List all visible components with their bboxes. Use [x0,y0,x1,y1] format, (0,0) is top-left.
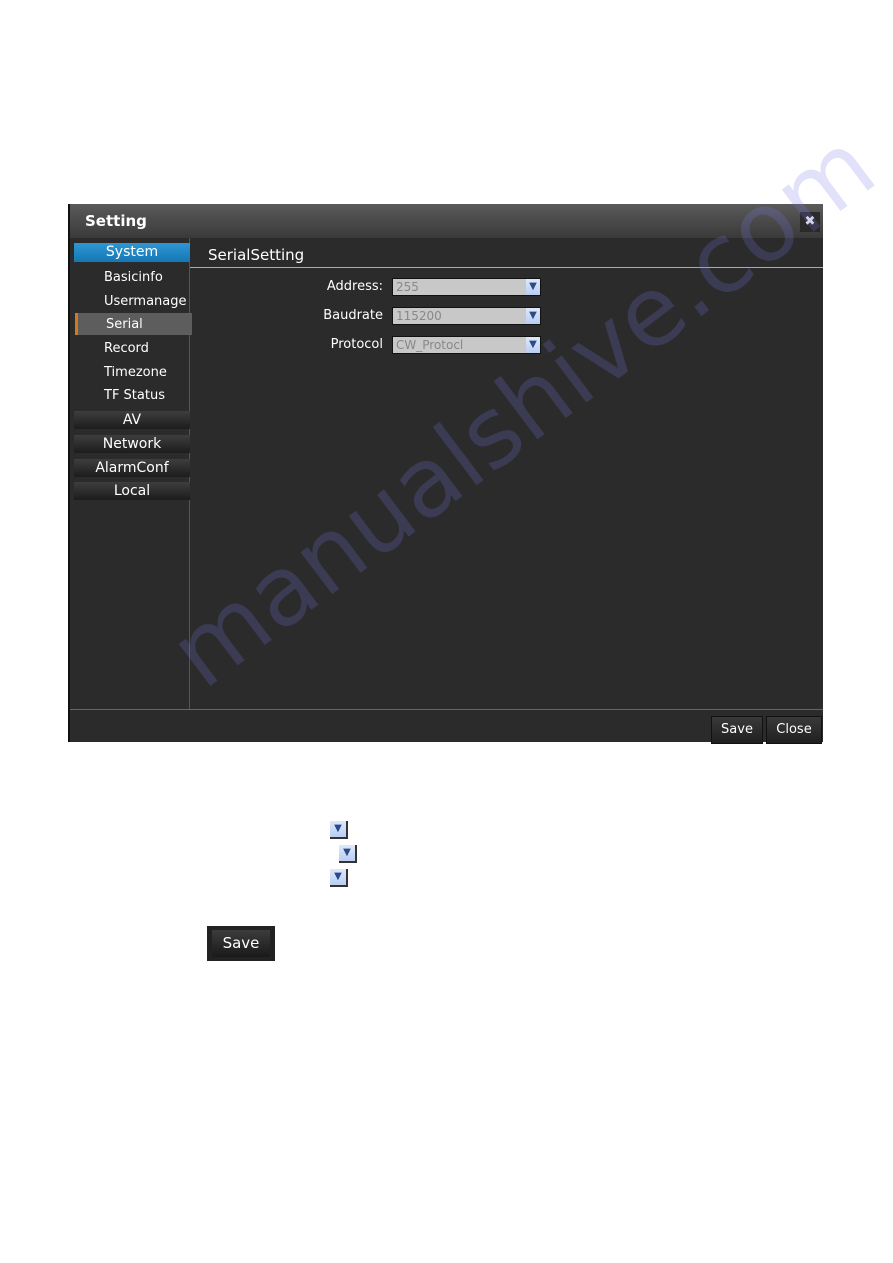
baudrate-label: Baudrate [323,308,383,323]
chevron-down-icon: ▼ [339,845,357,863]
chevron-down-icon[interactable]: ▼ [526,308,540,324]
sidebar-group-network[interactable]: Network [74,435,190,453]
dialog-title: Setting [85,212,147,230]
address-label: Address: [326,279,383,294]
protocol-value: CW_Protocl [396,338,464,352]
sidebar-item-record[interactable]: Record [104,341,149,356]
sidebar-group-system[interactable]: System [74,243,190,262]
section-heading: SerialSetting [208,246,305,264]
sidebar-item-basicinfo[interactable]: Basicinfo [104,270,163,285]
protocol-label: Protocol [330,337,383,352]
chevron-down-icon: ▼ [330,821,348,839]
sidebar-item-serial[interactable]: Serial [106,317,143,332]
sidebar-group-local[interactable]: Local [74,482,190,500]
address-value: 255 [396,280,419,294]
sidebar-group-av[interactable]: AV [74,411,190,429]
baudrate-value: 115200 [396,309,442,323]
chevron-down-icon[interactable]: ▼ [526,279,540,295]
sidebar-item-tf-status[interactable]: TF Status [104,388,165,403]
save-label: Save [212,930,270,957]
chevron-down-icon: ▼ [330,869,348,887]
address-select[interactable]: 255 ▼ [392,278,541,296]
footer-divider [70,709,823,710]
sidebar-item-timezone[interactable]: Timezone [104,365,167,380]
close-button[interactable]: Close [766,716,822,744]
save-button[interactable]: Save [711,716,763,744]
save-button-illustration: Save [207,926,275,961]
sidebar-item-usermanage[interactable]: Usermanage [104,294,187,309]
baudrate-select[interactable]: 115200 ▼ [392,307,541,325]
sidebar-group-alarmconf[interactable]: AlarmConf [74,459,190,477]
